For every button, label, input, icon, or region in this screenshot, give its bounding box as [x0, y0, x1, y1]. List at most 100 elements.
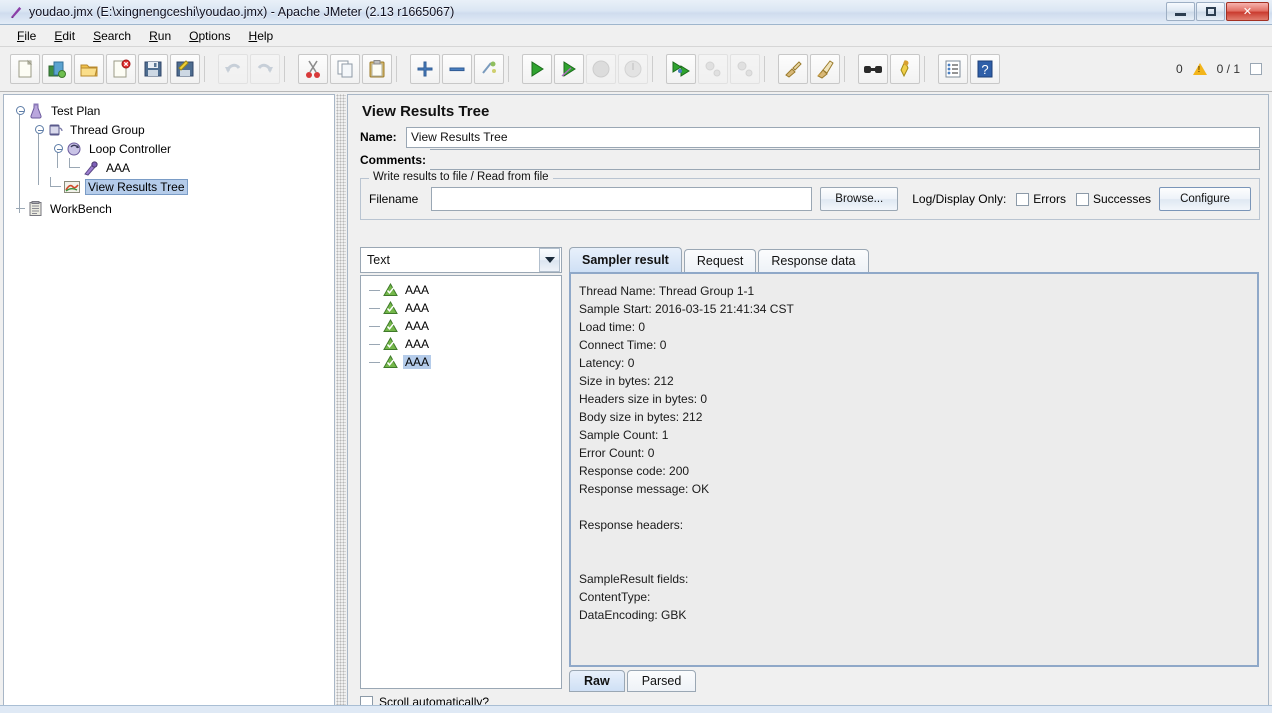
name-input[interactable]	[406, 126, 1260, 148]
menu-options[interactable]: Options	[180, 27, 239, 45]
clear-all-icon[interactable]	[810, 54, 840, 84]
search-icon[interactable]	[858, 54, 888, 84]
sampler-icon	[82, 159, 100, 176]
tab-raw[interactable]: Raw	[569, 670, 625, 692]
sampler-result-textarea[interactable]: Thread Name: Thread Group 1-1 Sample Sta…	[569, 272, 1259, 667]
tree-node-thread-group[interactable]: Thread Group	[10, 120, 334, 139]
expand-handle-icon[interactable]	[16, 106, 25, 115]
list-item[interactable]: AAA	[361, 281, 561, 299]
log-display-only-label: Log/Display Only:	[912, 192, 1007, 206]
browse-button[interactable]: Browse...	[820, 187, 899, 211]
close-button[interactable]: ✕	[1226, 2, 1269, 21]
tree-branch-line	[69, 158, 82, 177]
open-icon[interactable]	[74, 54, 104, 84]
toggle-icon[interactable]	[474, 54, 504, 84]
result-line: Response code: 200	[579, 464, 690, 478]
tree-label-view-results-tree: View Results Tree	[85, 178, 188, 195]
tree-node-test-plan[interactable]: Test Plan	[10, 101, 334, 120]
split-pane-divider[interactable]	[336, 94, 346, 708]
configure-button[interactable]: Configure	[1159, 187, 1251, 211]
result-line: Body size in bytes: 212	[579, 410, 703, 424]
tree-node-loop-controller[interactable]: Loop Controller	[10, 139, 334, 158]
remote-shutdown-all-icon[interactable]	[730, 54, 760, 84]
filename-label: Filename	[369, 192, 419, 206]
tree-branch-line	[369, 325, 380, 327]
search-reset-icon[interactable]	[890, 54, 920, 84]
comments-input[interactable]	[430, 149, 1260, 170]
collapse-all-icon[interactable]	[442, 54, 472, 84]
main-split-pane: Test Plan Thread Group Loop Controller A…	[0, 92, 1272, 713]
result-line: Connect Time: 0	[579, 338, 667, 352]
window-titlebar: youdao.jmx (E:\xingnengceshi\youdao.jmx)…	[0, 0, 1272, 25]
cut-icon[interactable]	[298, 54, 328, 84]
success-icon	[382, 319, 399, 333]
toolbar: ? 0 0 / 1	[0, 47, 1272, 92]
success-icon	[382, 355, 399, 369]
jmeter-feather-icon	[7, 5, 25, 20]
menu-run[interactable]: Run	[140, 27, 180, 45]
result-detail-pane: Sampler result Request Response data Thr…	[569, 247, 1259, 702]
tree-node-view-results-tree[interactable]: View Results Tree	[10, 177, 334, 196]
name-label: Name:	[360, 130, 397, 144]
tab-sampler-result[interactable]: Sampler result	[569, 247, 682, 272]
list-item[interactable]: AAA	[361, 353, 561, 371]
shutdown-icon[interactable]	[618, 54, 648, 84]
errors-checkbox[interactable]	[1016, 192, 1030, 206]
menu-search[interactable]: Search	[84, 27, 140, 45]
copy-icon[interactable]	[330, 54, 360, 84]
window-title: youdao.jmx (E:\xingnengceshi\youdao.jmx)…	[29, 5, 455, 19]
expand-all-icon[interactable]	[410, 54, 440, 84]
expand-handle-icon[interactable]	[35, 125, 44, 134]
errors-label: Errors	[1033, 192, 1066, 206]
remote-stop-all-icon[interactable]	[698, 54, 728, 84]
function-helper-icon[interactable]	[938, 54, 968, 84]
tab-request[interactable]: Request	[683, 249, 757, 272]
new-icon[interactable]	[10, 54, 40, 84]
test-plan-icon	[27, 102, 45, 119]
tree-node-aaa[interactable]: AAA	[10, 158, 334, 177]
result-line: Headers size in bytes: 0	[579, 392, 708, 406]
menu-help[interactable]: Help	[240, 27, 283, 45]
thread-activity-indicator	[1250, 63, 1262, 75]
raw-parsed-tabs: Raw Parsed	[569, 670, 1259, 692]
renderer-combobox[interactable]: Text	[360, 247, 562, 273]
minimize-button[interactable]	[1166, 2, 1195, 21]
list-item-label: AAA	[405, 319, 430, 333]
tab-response-data[interactable]: Response data	[758, 249, 869, 272]
remote-start-all-icon[interactable]	[666, 54, 696, 84]
toolbar-status: 0 0 / 1	[1176, 62, 1272, 76]
close-icon[interactable]	[106, 54, 136, 84]
start-icon[interactable]	[522, 54, 552, 84]
clear-icon[interactable]	[778, 54, 808, 84]
menu-file[interactable]: File	[8, 27, 45, 45]
save-as-icon[interactable]	[170, 54, 200, 84]
list-item-label: AAA	[405, 283, 430, 297]
list-item[interactable]: AAA	[361, 335, 561, 353]
maximize-button[interactable]	[1196, 2, 1225, 21]
undo-icon[interactable]	[218, 54, 248, 84]
stop-icon[interactable]	[586, 54, 616, 84]
thread-group-icon	[46, 121, 64, 138]
chevron-down-icon[interactable]	[539, 248, 560, 272]
tree-label-thread-group: Thread Group	[70, 122, 145, 137]
filename-input[interactable]	[431, 187, 813, 211]
results-tree-list[interactable]: AAA AAA AAA AAA AAA	[360, 275, 562, 689]
help-icon[interactable]: ?	[970, 54, 1000, 84]
loop-controller-icon	[65, 140, 83, 157]
redo-icon[interactable]	[250, 54, 280, 84]
save-icon[interactable]	[138, 54, 168, 84]
list-item[interactable]: AAA	[361, 317, 561, 335]
write-results-groupbox: Write results to file / Read from file F…	[360, 171, 1260, 220]
result-line-blank	[579, 552, 1257, 570]
templates-icon[interactable]	[42, 54, 72, 84]
tab-parsed[interactable]: Parsed	[626, 670, 697, 692]
start-no-pauses-icon[interactable]	[554, 54, 584, 84]
paste-icon[interactable]	[362, 54, 392, 84]
view-results-tree-panel: View Results Tree Name: Comments: Write …	[347, 94, 1269, 709]
list-item[interactable]: AAA	[361, 299, 561, 317]
successes-checkbox[interactable]	[1075, 192, 1089, 206]
menu-edit[interactable]: Edit	[45, 27, 84, 45]
expand-handle-icon[interactable]	[54, 144, 63, 153]
tree-node-workbench[interactable]: WorkBench	[10, 199, 334, 218]
result-line: ContentType:	[579, 590, 651, 604]
